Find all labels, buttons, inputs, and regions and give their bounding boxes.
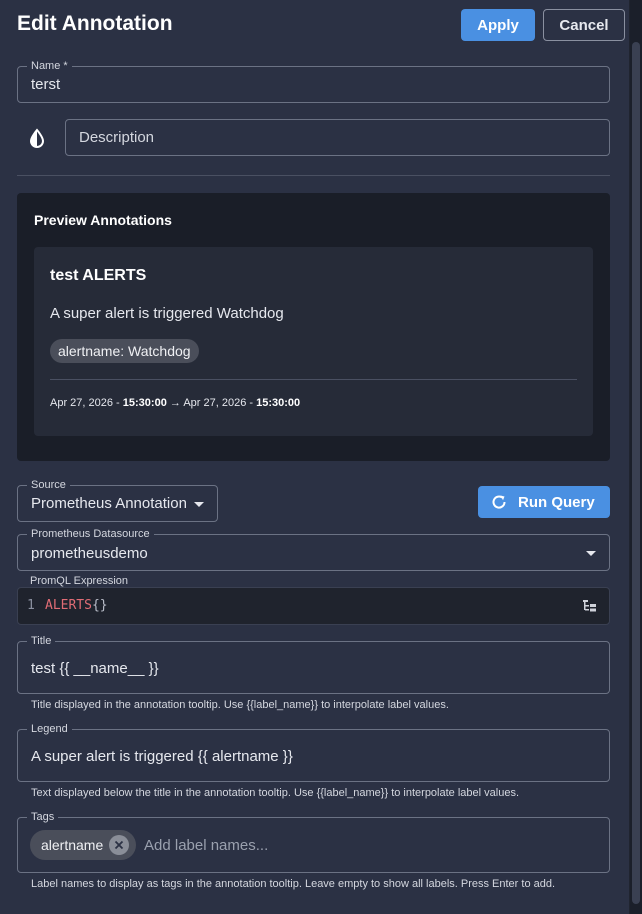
preview-heading: Preview Annotations: [34, 212, 172, 228]
source-label: Source: [27, 478, 70, 492]
card-description: A super alert is triggered Watchdog: [50, 305, 284, 322]
preview-panel: Preview Annotations test ALERTS A super …: [17, 193, 610, 461]
cancel-button[interactable]: Cancel: [543, 9, 625, 41]
promql-code[interactable]: ALERTS{}: [45, 598, 108, 613]
chevron-down-icon: [194, 502, 204, 507]
apply-button[interactable]: Apply: [461, 9, 535, 41]
legend-helper-text: Text displayed below the title in the an…: [31, 787, 519, 799]
tag-chip-label: alertname: [41, 837, 104, 853]
scrollbar-thumb[interactable]: [632, 42, 640, 904]
metrics-tree-icon[interactable]: [582, 599, 598, 618]
remove-tag-icon[interactable]: [109, 835, 129, 855]
tag-chip: alertname: [30, 830, 136, 860]
name-field[interactable]: Name * terst: [17, 59, 610, 103]
datasource-select[interactable]: Prometheus Datasource prometheusdemo: [17, 527, 610, 571]
time-range: Apr 27, 2026 - 15:30:00 → Apr 27, 2026 -…: [50, 397, 301, 409]
legend-field[interactable]: Legend A super alert is triggered {{ ale…: [17, 722, 610, 782]
legend-value[interactable]: A super alert is triggered {{ alertname …: [31, 748, 293, 765]
title-label: Title: [27, 634, 56, 648]
tags-field[interactable]: Tags alertname Add label names...: [17, 810, 610, 873]
annotation-preview-card: test ALERTS A super alert is triggered W…: [34, 247, 593, 436]
promql-label: PromQL Expression: [30, 575, 129, 587]
name-field-label: Name *: [27, 59, 72, 73]
description-placeholder[interactable]: Description: [79, 129, 154, 146]
chevron-down-icon: [586, 551, 596, 556]
promql-editor[interactable]: 1 ALERTS{}: [17, 587, 610, 625]
legend-label: Legend: [27, 722, 72, 736]
name-input-value[interactable]: terst: [31, 76, 60, 93]
line-number: 1: [27, 598, 35, 613]
tags-helper-text: Label names to display as tags in the an…: [31, 878, 556, 890]
description-field[interactable]: Description: [65, 119, 610, 156]
run-query-label: Run Query: [518, 494, 595, 511]
drawer-header: Edit Annotation Apply Cancel: [0, 0, 630, 50]
source-value: Prometheus Annotation: [31, 495, 187, 512]
page-title: Edit Annotation: [17, 12, 173, 35]
title-helper-text: Title displayed in the annotation toolti…: [31, 699, 449, 711]
tags-label: Tags: [27, 810, 59, 824]
refresh-icon: [490, 493, 508, 515]
title-field[interactable]: Title test {{ __name__ }}: [17, 634, 610, 694]
label-chip: alertname: Watchdog: [50, 339, 199, 363]
card-divider: [50, 379, 577, 380]
card-title: test ALERTS: [50, 267, 147, 284]
tags-input[interactable]: Add label names...: [144, 837, 444, 854]
run-query-button[interactable]: Run Query: [478, 486, 610, 518]
title-value[interactable]: test {{ __name__ }}: [31, 660, 159, 677]
drop-half-icon[interactable]: [27, 128, 47, 153]
section-divider: [17, 175, 610, 176]
datasource-value: prometheusdemo: [31, 545, 148, 562]
source-select[interactable]: Source Prometheus Annotation: [17, 478, 218, 522]
datasource-label: Prometheus Datasource: [27, 527, 154, 541]
